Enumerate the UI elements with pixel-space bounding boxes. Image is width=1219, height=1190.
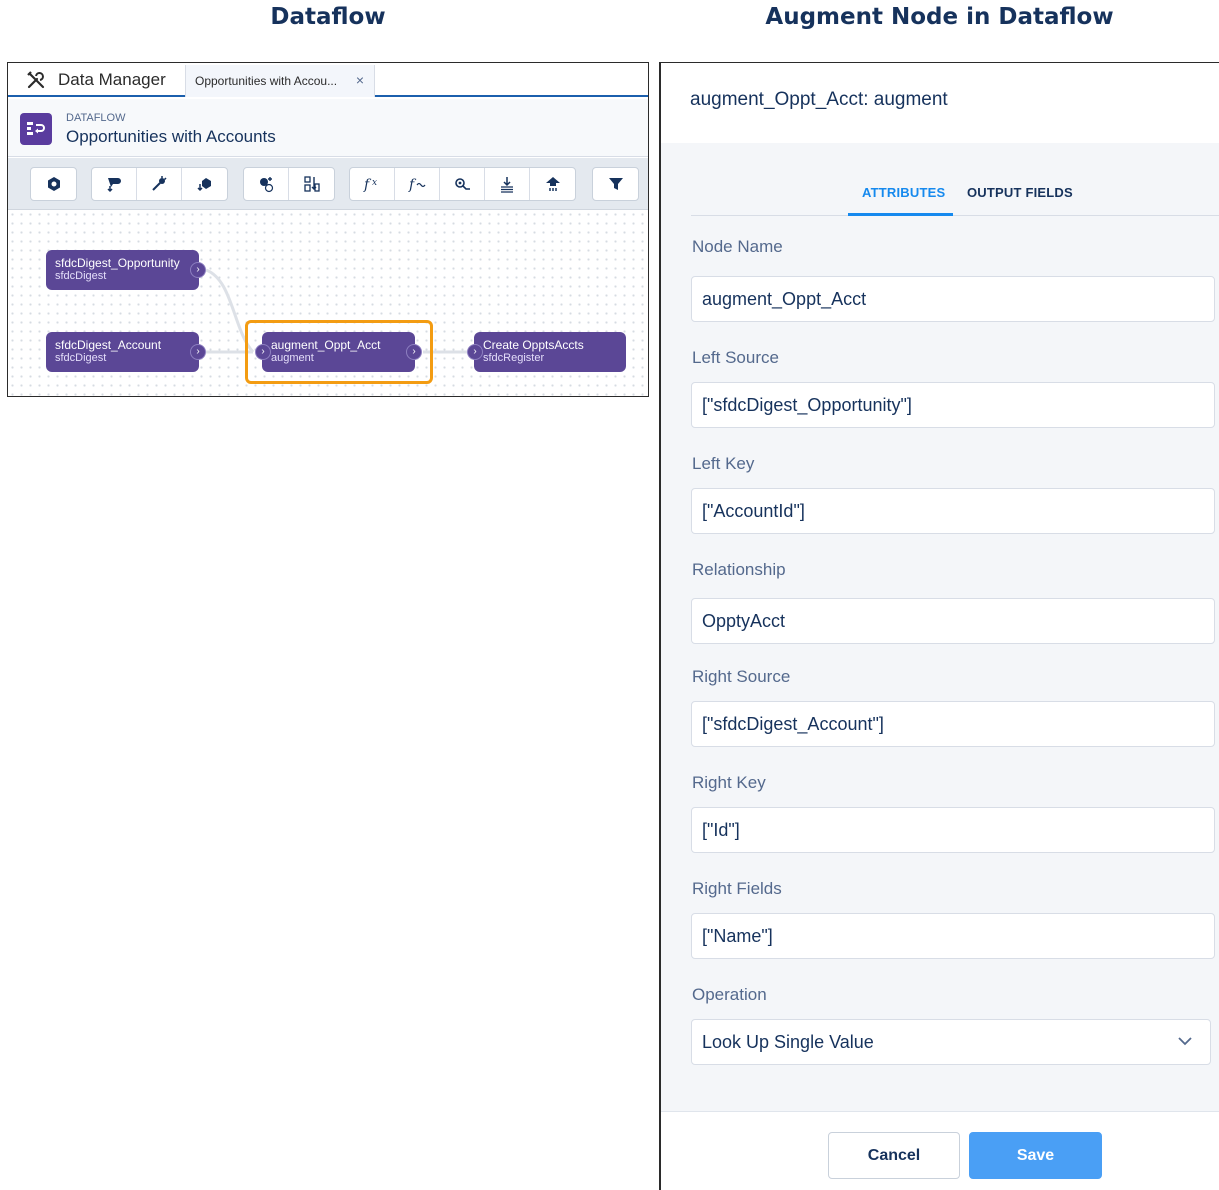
app-tab-bar: Data Manager Opportunities with Accou...… [8, 63, 648, 97]
dataflow-caption: Dataflow [270, 4, 386, 30]
filter-icon[interactable] [593, 168, 638, 200]
svg-text:x: x [372, 178, 377, 188]
tabs-divider [691, 215, 1219, 216]
augment-node-caption: Augment Node in Dataflow [765, 4, 1114, 30]
chevron-down-icon [1178, 1037, 1192, 1046]
node-name: sfdcDigest_Opportunity [55, 256, 180, 270]
right-key-label: Right Key [692, 773, 766, 792]
node-create-opptsaccts[interactable]: › Create OpptsAccts sfdcRegister [467, 332, 626, 372]
operation-value: Look Up Single Value [702, 1031, 874, 1052]
left-key-label: Left Key [692, 454, 755, 473]
compute-expression-icon[interactable] [289, 168, 334, 200]
flatten-icon[interactable] [440, 168, 485, 200]
dataflow-icon [20, 113, 52, 145]
node-type: sfdcDigest [55, 270, 107, 282]
node-name: sfdcDigest_Account [55, 338, 162, 352]
filter-node-icon[interactable] [485, 168, 530, 200]
digest-icon[interactable] [92, 168, 137, 200]
dataflow-title: Opportunities with Accounts [66, 127, 276, 146]
dim2mea-icon[interactable]: f [395, 168, 440, 200]
dataflow-header: DATAFLOW Opportunities with Accounts [8, 99, 648, 157]
save-button[interactable]: Save [969, 1132, 1102, 1179]
node-type: sfdcDigest [55, 352, 107, 364]
left-key-field[interactable]: ["AccountId"] [691, 488, 1215, 534]
node-name: Create OpptsAccts [483, 338, 584, 352]
app-launcher[interactable]: Data Manager [26, 63, 166, 97]
right-source-field[interactable]: ["sfdcDigest_Account"] [691, 701, 1215, 747]
left-source-field[interactable]: ["sfdcDigest_Opportunity"] [691, 382, 1215, 428]
svg-text:f: f [408, 177, 417, 192]
node-toolbar: fx f [8, 158, 648, 210]
node-name-label: Node Name [692, 237, 783, 256]
svg-text:f: f [363, 177, 372, 192]
tab-opportunities-with-accounts[interactable]: Opportunities with Accou... × [185, 65, 375, 97]
output-port-icon[interactable]: › [190, 262, 206, 278]
wrench-screwdriver-icon [27, 71, 45, 89]
toolbar-group-compute: fx f [349, 167, 576, 201]
node-name: augment_Oppt_Acct [271, 338, 381, 352]
node-type: sfdcRegister [483, 352, 545, 364]
right-fields-field[interactable]: ["Name"] [691, 913, 1215, 959]
node-name-field[interactable]: augment_Oppt_Acct [691, 276, 1215, 322]
cancel-button[interactable]: Cancel [828, 1132, 960, 1179]
output-port-icon[interactable]: › [190, 344, 206, 360]
relationship-label: Relationship [692, 560, 786, 579]
right-source-label: Right Source [692, 667, 791, 686]
panel-footer: Cancel Save [661, 1111, 1219, 1190]
edgemart-icon[interactable] [137, 168, 182, 200]
active-tab-indicator [848, 213, 953, 216]
right-fields-label: Right Fields [692, 879, 782, 898]
left-source-label: Left Source [692, 348, 779, 367]
node-properties-panel: augment_Oppt_Acct: augment ATTRIBUTES OU… [659, 62, 1219, 1190]
relationship-field[interactable]: OpptyAcct [691, 598, 1215, 644]
input-port-icon[interactable]: › [255, 344, 271, 360]
close-tab-icon[interactable]: × [356, 72, 364, 88]
operation-label: Operation [692, 985, 767, 1004]
toolbar-group-transform [243, 167, 335, 201]
panel-body: ATTRIBUTES OUTPUT FIELDS Node Name augme… [661, 143, 1219, 1111]
right-key-field[interactable]: ["Id"] [691, 807, 1215, 853]
append-icon[interactable] [182, 168, 227, 200]
node-type: augment [271, 352, 314, 364]
data-manager-window: Data Manager Opportunities with Accou...… [7, 62, 649, 397]
node-sfdcdigest-opportunity[interactable]: sfdcDigest_Opportunity sfdcDigest › [46, 250, 206, 290]
panel-title: augment_Oppt_Acct: augment [690, 89, 948, 110]
output-port-icon[interactable]: › [406, 344, 422, 360]
app-name-label: Data Manager [58, 70, 166, 89]
input-port-icon[interactable]: › [467, 344, 483, 360]
tab-label: Opportunities with Accou... [195, 74, 338, 88]
tab-attributes[interactable]: ATTRIBUTES [862, 185, 945, 200]
toolbar-group-filter [592, 167, 639, 201]
dataflow-canvas[interactable]: sfdcDigest_Opportunity sfdcDigest › sfdc… [8, 210, 648, 396]
dataflow-kicker: DATAFLOW [66, 112, 126, 124]
compute-relative-icon[interactable]: fx [350, 168, 395, 200]
sfdc-digest-icon[interactable] [31, 168, 76, 200]
node-augment-oppt-acct[interactable]: › augment_Oppt_Acct augment › [255, 332, 422, 372]
toolbar-group-digest [91, 167, 228, 201]
toolbar-group-sfdc [30, 167, 77, 201]
node-sfdcdigest-account[interactable]: sfdcDigest_Account sfdcDigest › [46, 332, 206, 372]
tab-output-fields[interactable]: OUTPUT FIELDS [967, 185, 1073, 200]
sfdc-register-icon[interactable] [530, 168, 575, 200]
operation-select[interactable]: Look Up Single Value [691, 1019, 1211, 1065]
augment-icon[interactable] [244, 168, 289, 200]
